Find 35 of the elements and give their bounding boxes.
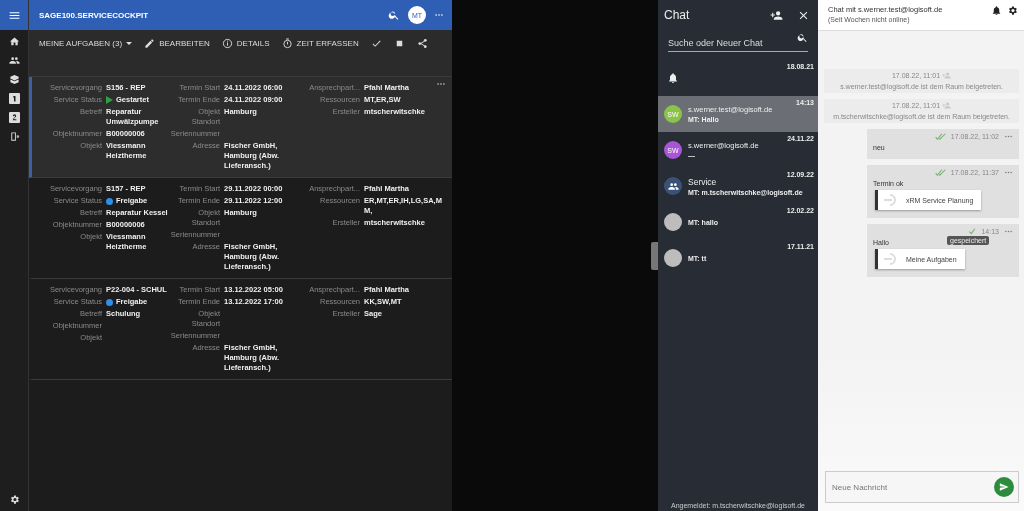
- toolbar-button[interactable]: BEARBEITEN: [144, 37, 210, 49]
- person-add-icon: [770, 8, 783, 22]
- share-button[interactable]: [416, 37, 428, 49]
- pencil-icon: [144, 37, 156, 49]
- toolbar-button[interactable]: DETAILS: [221, 37, 270, 49]
- bell-icon: [991, 5, 1002, 16]
- share-icon: [416, 37, 428, 49]
- search-icon: [388, 9, 400, 21]
- search-field[interactable]: Suche oder Neuer Chat: [668, 38, 808, 52]
- toolbar-button[interactable]: ZEIT ERFASSEN: [281, 37, 359, 49]
- settings-icon: [8, 494, 20, 505]
- info-icon: [221, 37, 233, 49]
- view-dropdown[interactable]: MEINE AUFGABEN (3): [39, 38, 133, 48]
- settings-icon: [1007, 5, 1018, 16]
- resize-handle[interactable]: [651, 241, 658, 270]
- task-card[interactable]: [29, 77, 452, 178]
- home-icon: [8, 36, 20, 47]
- settings-button[interactable]: [1007, 5, 1018, 16]
- message-input[interactable]: Neue Nachricht: [825, 471, 1019, 503]
- chat-title: Chat: [664, 8, 691, 22]
- box-icon: [8, 74, 20, 85]
- person-add-icon: [942, 71, 952, 80]
- person-add-icon: [942, 101, 952, 110]
- search-button[interactable]: [388, 9, 400, 21]
- timer-icon: [281, 37, 293, 49]
- number-one-icon[interactable]: [8, 93, 20, 104]
- app-title: SAGE100.SERVICECOCKPIT: [39, 10, 150, 20]
- bell-button[interactable]: [991, 5, 1002, 16]
- people-icon: [8, 55, 20, 66]
- door-icon: [8, 131, 20, 142]
- search-icon: [797, 32, 808, 43]
- add-people-button[interactable]: [770, 8, 783, 22]
- number-two-icon[interactable]: [8, 112, 20, 123]
- bell-icon: [667, 72, 679, 84]
- send-icon: [999, 482, 1009, 492]
